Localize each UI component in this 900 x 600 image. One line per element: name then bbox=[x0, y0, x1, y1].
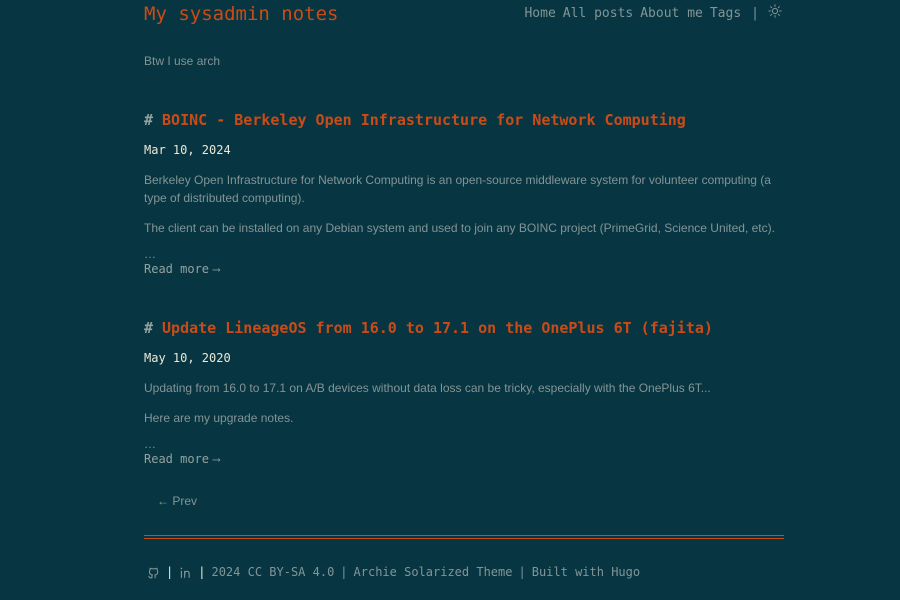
excerpt-paragraph: Here are my upgrade notes. bbox=[144, 411, 294, 425]
post-date: Mar 10, 2024 bbox=[144, 143, 231, 157]
excerpt-ellipsis: … bbox=[144, 247, 156, 261]
excerpt-ellipsis: … bbox=[144, 437, 156, 451]
read-more-link[interactable]: Read more ⟶ bbox=[144, 452, 784, 466]
post-summary: # Update LineageOS from 16.0 to 17.1 on t… bbox=[144, 319, 784, 466]
footer-separator: | bbox=[518, 565, 526, 579]
footer-theme-link[interactable]: Archie Solarized Theme bbox=[354, 565, 513, 579]
post-title-hash: # bbox=[144, 319, 154, 337]
prev-page-link[interactable]: ← Prev bbox=[157, 494, 197, 508]
footer-built-with-link[interactable]: Built with Hugo bbox=[532, 565, 640, 579]
post-summary: # BOINC - Berkeley Open Infrastructure fo… bbox=[144, 111, 784, 276]
post-title: # Update LineageOS from 16.0 to 17.1 on t… bbox=[144, 319, 784, 337]
arrow-right-icon: ⟶ bbox=[213, 263, 220, 276]
linkedin-icon[interactable] bbox=[179, 566, 192, 579]
read-more-link[interactable]: Read more ⟶ bbox=[144, 262, 784, 276]
site-title[interactable]: My sysadmin notes bbox=[144, 3, 338, 25]
post-title: # BOINC - Berkeley Open Infrastructure fo… bbox=[144, 111, 784, 129]
sun-icon[interactable] bbox=[768, 3, 782, 18]
nav-about-me[interactable]: About me bbox=[640, 6, 703, 21]
arrow-right-icon: ⟶ bbox=[213, 453, 220, 466]
site-tagline: Btw I use arch bbox=[144, 54, 221, 68]
nav-tags[interactable]: Tags bbox=[710, 6, 741, 21]
excerpt-paragraph: Updating from 16.0 to 17.1 on A/B device… bbox=[144, 381, 711, 395]
footer-copyright: 2024 CC BY-SA 4.0 bbox=[211, 565, 335, 579]
excerpt-paragraph: The client can be installed on any Debia… bbox=[144, 221, 775, 235]
post-title-link[interactable]: Update LineageOS from 16.0 to 17.1 on th… bbox=[162, 319, 713, 337]
github-icon[interactable] bbox=[147, 566, 160, 579]
nav-separator: | bbox=[751, 6, 759, 21]
footer-separator: | bbox=[166, 565, 174, 579]
footer-separator: | bbox=[340, 565, 348, 579]
main-nav: Home All posts About me Tags | bbox=[517, 3, 782, 21]
nav-all-posts[interactable]: All posts bbox=[563, 6, 633, 21]
post-excerpt: Berkeley Open Infrastructure for Network… bbox=[144, 171, 784, 237]
post-title-link[interactable]: BOINC - Berkeley Open Infrastructure for… bbox=[162, 111, 686, 129]
footer-separator: | bbox=[198, 565, 206, 579]
site-footer: | | 2024 CC BY-SA 4.0 | Archie Solarized… bbox=[147, 565, 640, 579]
read-more-label: Read more bbox=[144, 262, 210, 276]
footer-divider bbox=[144, 535, 784, 539]
read-more-label: Read more bbox=[144, 452, 210, 466]
nav-home[interactable]: Home bbox=[524, 6, 555, 21]
excerpt-paragraph: Berkeley Open Infrastructure for Network… bbox=[144, 173, 771, 205]
post-title-hash: # bbox=[144, 111, 154, 129]
post-date: May 10, 2020 bbox=[144, 351, 231, 365]
post-excerpt: Updating from 16.0 to 17.1 on A/B device… bbox=[144, 379, 784, 427]
